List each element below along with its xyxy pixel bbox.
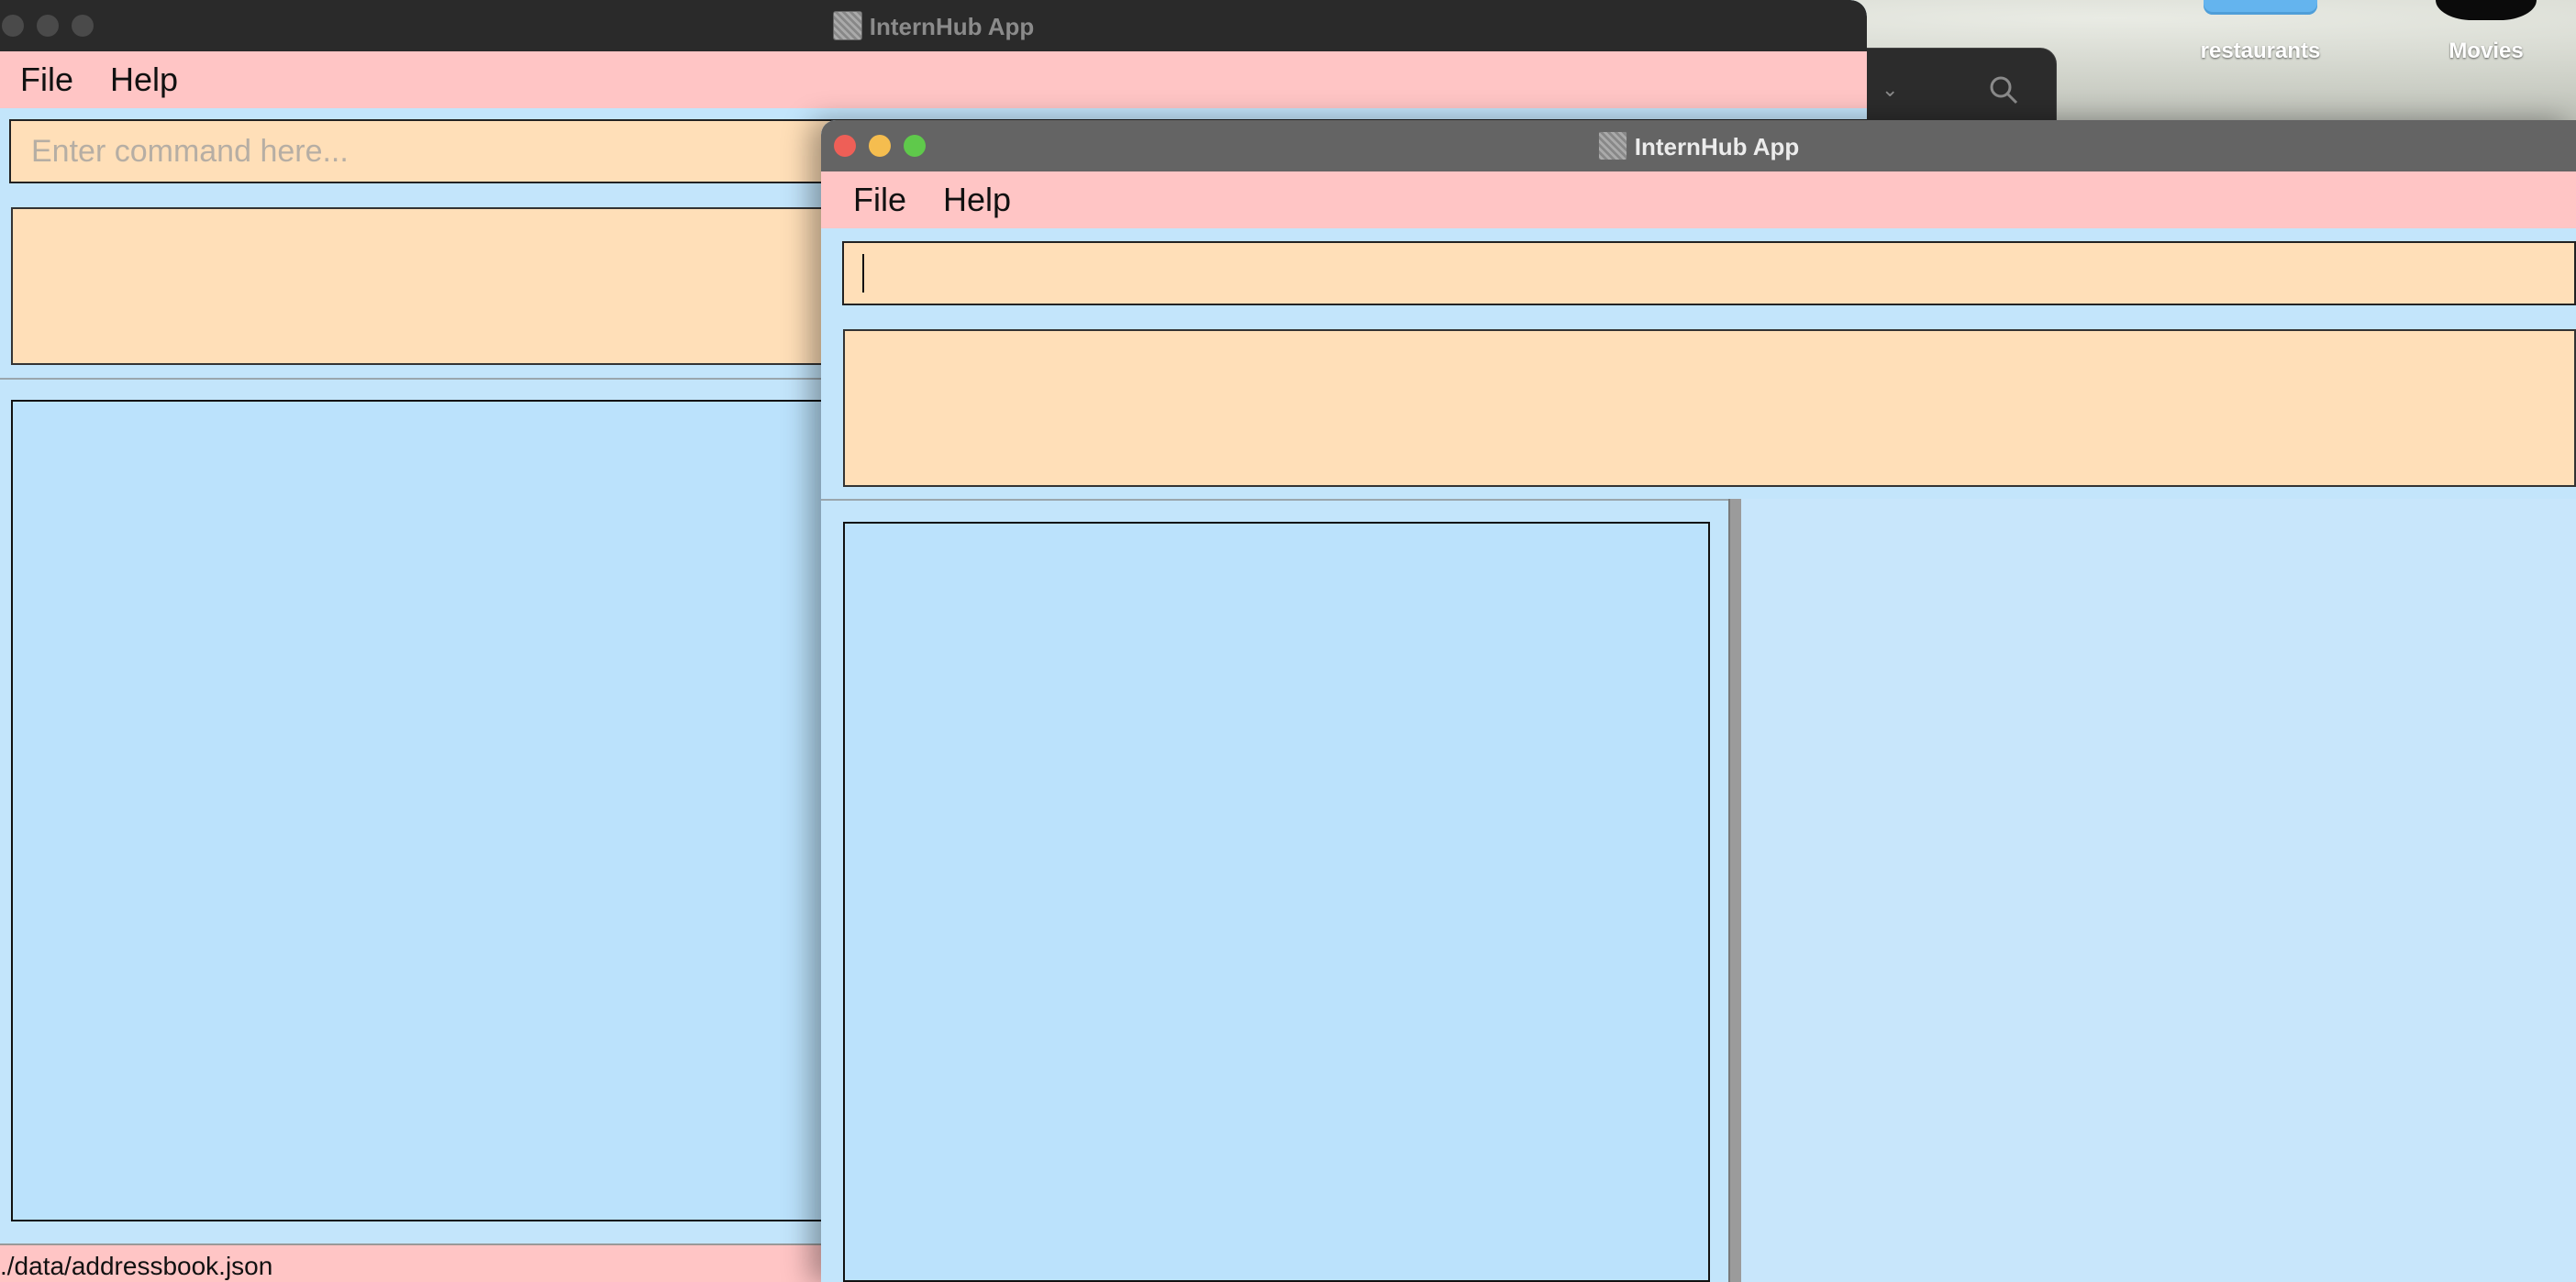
menu-file[interactable]: File (853, 181, 906, 219)
window-title-text: InternHub App (869, 13, 1035, 40)
result-display (843, 329, 2576, 487)
detail-panel (1741, 499, 2576, 1282)
text-cursor (862, 254, 864, 293)
command-placeholder: Enter command here... (31, 134, 349, 169)
app-icon (832, 11, 862, 40)
menu-bar: File Help (0, 51, 1867, 108)
menu-help[interactable]: Help (943, 181, 1011, 219)
menu-bar: File Help (821, 171, 2576, 228)
command-input[interactable] (842, 241, 2576, 305)
folder-icon (2204, 0, 2317, 15)
status-file-path: ./data/addressbook.json (0, 1252, 273, 1280)
window-title-text: InternHub App (1634, 133, 1800, 160)
title-bar[interactable]: InternHub App (821, 120, 2576, 171)
desktop-item-restaurants[interactable]: restaurants (2196, 0, 2325, 64)
movies-icon (2436, 0, 2537, 20)
menu-help[interactable]: Help (110, 61, 178, 99)
chevron-down-icon[interactable]: ⌄ (1882, 78, 1898, 102)
desktop-item-label: restaurants (2200, 39, 2321, 63)
title-bar[interactable]: InternHub App (0, 0, 1867, 51)
window-title: InternHub App (0, 11, 1867, 41)
intern-list-panel[interactable] (843, 522, 1710, 1282)
search-icon[interactable] (1988, 74, 2019, 105)
desktop-item-label: Movies (2448, 39, 2524, 63)
app-icon (1597, 131, 1627, 160)
window-title: InternHub App (821, 131, 2576, 161)
desktop-item-movies[interactable]: Movies (2431, 0, 2541, 64)
menu-file[interactable]: File (20, 61, 73, 99)
